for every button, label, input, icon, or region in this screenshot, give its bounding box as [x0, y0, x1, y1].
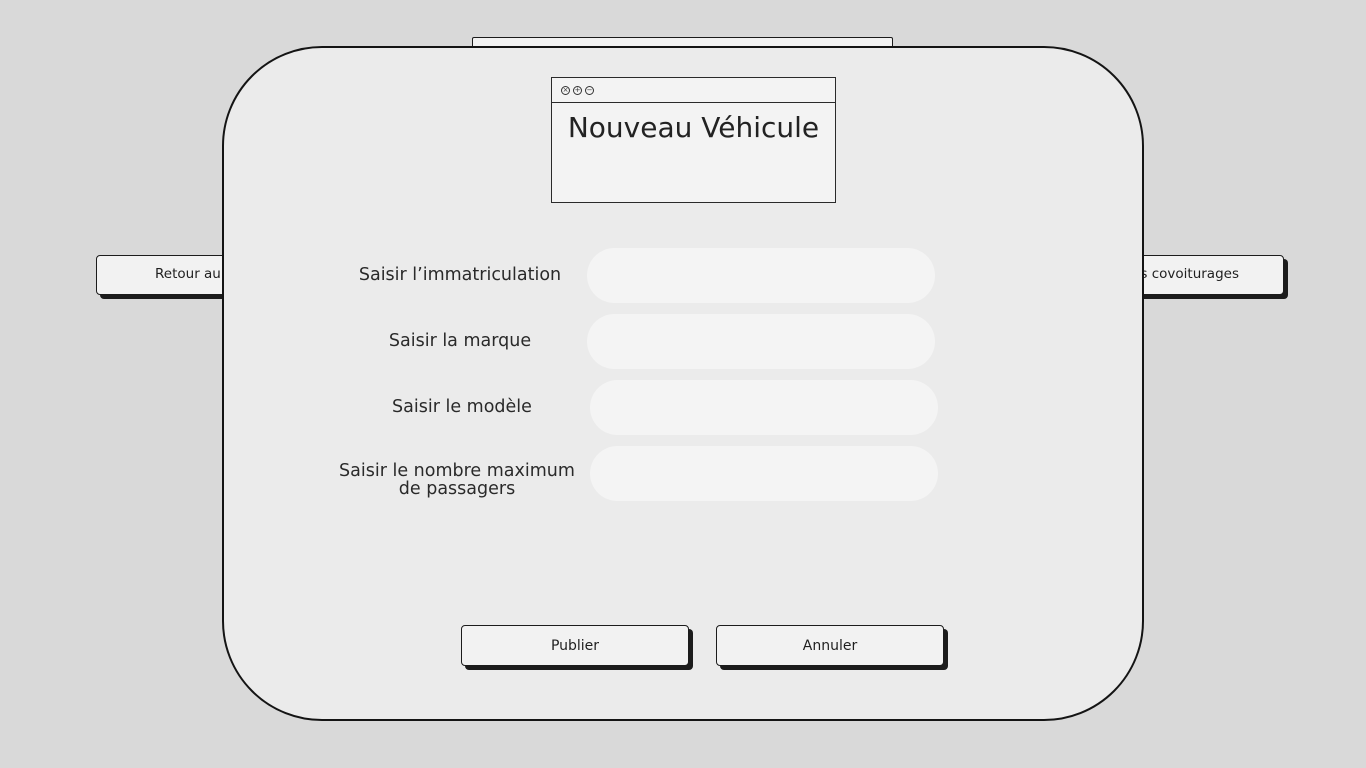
carpools-button-label: s covoiturages [1140, 266, 1239, 282]
cancel-button[interactable]: Annuler [716, 625, 944, 666]
title-window-titlebar: × + − [552, 78, 835, 103]
dialog-title-window: × + − Nouveau Véhicule [551, 77, 836, 203]
close-icon[interactable]: × [561, 85, 570, 95]
registration-label: Saisir l’immatriculation [358, 265, 562, 285]
max-passengers-label: Saisir le nombre maximum de passagers [337, 462, 577, 498]
plus-icon[interactable]: + [573, 85, 582, 95]
brand-label: Saisir la marque [388, 331, 532, 351]
brand-input[interactable] [587, 314, 935, 369]
minus-icon[interactable]: − [585, 85, 594, 95]
back-button-label: Retour au [155, 266, 221, 282]
max-passengers-input[interactable] [590, 446, 938, 501]
model-label: Saisir le modèle [392, 397, 532, 417]
max-passengers-label-line1: Saisir le nombre maximum [339, 461, 575, 481]
publish-button[interactable]: Publier [461, 625, 689, 666]
registration-input[interactable] [587, 248, 935, 303]
model-input[interactable] [590, 380, 938, 435]
max-passengers-label-line2: de passagers [398, 479, 516, 499]
dialog-title: Nouveau Véhicule [567, 111, 820, 144]
